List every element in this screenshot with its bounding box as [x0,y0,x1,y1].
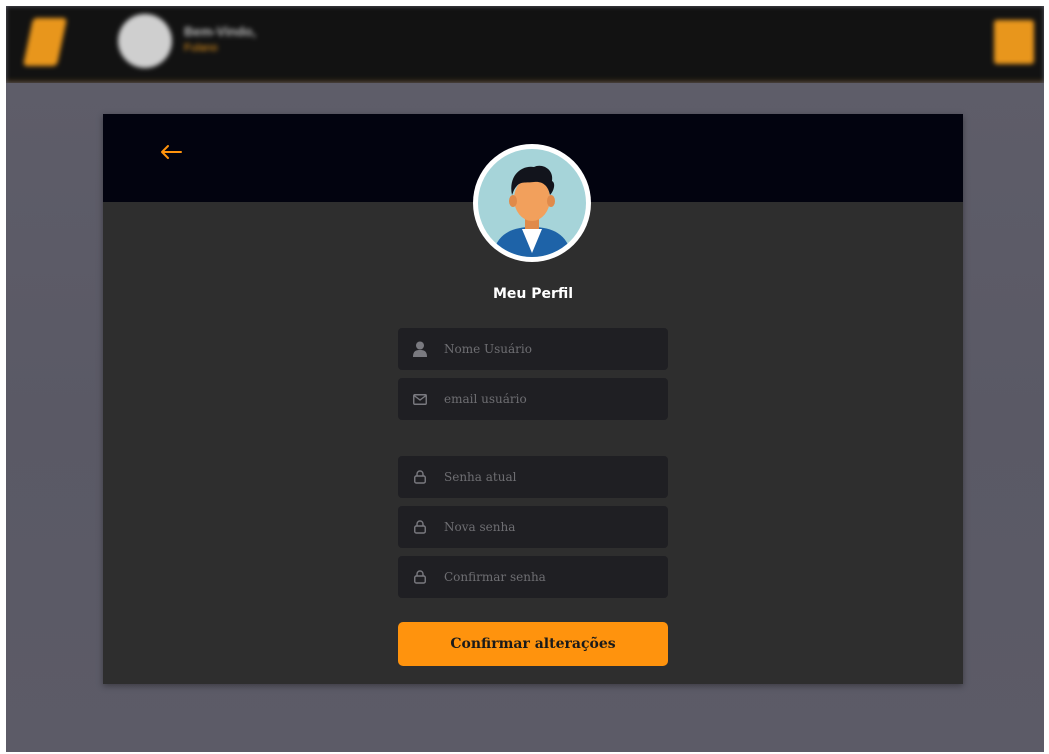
profile-avatar [473,144,591,262]
arrow-left-icon [161,145,182,159]
email-input[interactable] [442,377,668,421]
app-logo [22,18,68,66]
lock-icon [412,569,428,585]
confirm-changes-button[interactable]: Confirmar alterações [398,622,668,666]
lock-icon [412,469,428,485]
username-field [398,327,668,371]
back-button[interactable] [157,138,185,166]
user-icon [412,341,428,357]
email-field [398,377,668,421]
current-password-input[interactable] [442,455,668,499]
current-password-field [398,455,668,499]
top-navigation-bar: Bem-Vindo, Fulano [6,6,1044,83]
topbar-avatar [118,14,172,68]
topbar-user-name: Bem-Vindo, [184,24,256,39]
new-password-input[interactable] [442,505,668,549]
new-password-field [398,505,668,549]
menu-button [994,20,1034,64]
lock-icon [412,519,428,535]
username-input[interactable] [442,327,668,371]
confirm-password-input[interactable] [442,555,668,599]
profile-modal: Meu Perfil Nome Usuário email usuário Co… [103,114,963,684]
topbar-user-subtitle: Fulano [184,42,218,54]
page-title: Meu Perfil [492,286,574,302]
app-frame: Bem-Vindo, Fulano Meu Perfil Nome Usuári… [6,6,1044,752]
envelope-icon [412,391,428,407]
confirm-password-field [398,555,668,599]
avatar-illustration [478,149,586,257]
